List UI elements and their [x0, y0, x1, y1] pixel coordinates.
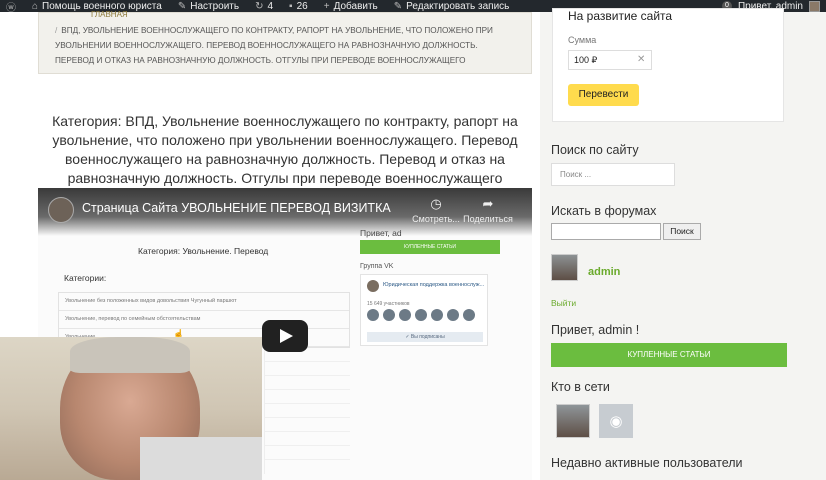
comments-count: 26 [296, 0, 308, 12]
edit-post-label: Редактировать запись [406, 0, 510, 12]
clear-icon[interactable]: ✕ [637, 54, 645, 65]
donate-widget: На развитие сайта Сумма 100 ₽ ✕ Перевест… [552, 8, 784, 122]
video-inner-categories-label: Категории: [64, 273, 107, 283]
plus-icon: + [323, 0, 330, 12]
comments-link[interactable]: ▪ 26 [289, 1, 308, 12]
presenter-shirt [140, 437, 262, 480]
wordpress-icon: ⓦ [6, 2, 16, 13]
vk-group-avatar [367, 280, 379, 292]
breadcrumb-separator: / [55, 26, 58, 35]
comment-icon: ▪ [289, 0, 293, 12]
watch-later-label: Смотреть... [412, 214, 460, 224]
site-search-title: Поиск по сайту [551, 143, 639, 157]
vk-widget: Юридическая поддержка военнослуж... 15 6… [360, 274, 488, 346]
add-new-menu[interactable]: + Добавить [324, 1, 378, 12]
purchased-articles-button[interactable]: КУПЛЕННЫЕ СТАТЬИ [551, 343, 787, 367]
list-item: Увольнение без положенных видов довольст… [59, 293, 349, 311]
vk-subscribed: ✓ Вы подписаны [367, 332, 483, 342]
donate-button[interactable]: Перевести [568, 84, 639, 106]
forum-search-input[interactable] [551, 223, 661, 240]
customize-label: Настроить [190, 0, 240, 12]
online-user-avatar[interactable] [556, 404, 590, 438]
webcam-overlay [0, 337, 262, 480]
share-label: Поделиться [463, 214, 513, 224]
breadcrumb: Главная / ВПД, Увольнение военнослужащего… [38, 10, 532, 74]
user-avatar[interactable] [551, 254, 578, 281]
add-new-label: Добавить [333, 0, 378, 12]
presenter-hair [70, 337, 190, 373]
video-inner-header: Категория: Увольнение. Перевод [138, 246, 269, 256]
wp-logo-menu[interactable]: ⓦ [6, 0, 16, 13]
donate-sum-label: Сумма [568, 35, 597, 45]
video-title[interactable]: Страница Сайта УВОЛЬНЕНИЕ ПЕРЕВОД ВИЗИТК… [82, 201, 391, 215]
play-button[interactable] [262, 320, 308, 352]
user-name-link[interactable]: admin [588, 266, 620, 278]
brush-icon: ✎ [177, 0, 187, 12]
avatar[interactable] [809, 0, 820, 12]
clock-icon: ◷ [430, 196, 442, 211]
video-inner-table [264, 348, 350, 474]
logout-link[interactable]: Выйти [551, 298, 576, 308]
watch-later-button[interactable]: ◷ Смотреть... [406, 196, 466, 224]
edit-post-link[interactable]: ✎ Редактировать запись [394, 1, 510, 12]
video-inner-vk-label: Группа VK [360, 263, 394, 270]
camera-icon[interactable]: ◉ [599, 404, 633, 438]
updates-count: 4 [267, 0, 274, 12]
sidebar: На развитие сайта Сумма 100 ₽ ✕ Перевест… [540, 8, 826, 480]
refresh-icon: ↻ [255, 0, 264, 12]
forum-search-button[interactable]: Поиск [663, 223, 701, 240]
home-icon: ⌂ [32, 0, 39, 12]
hello-title: Привет, admin ! [551, 323, 640, 337]
customize-link[interactable]: ✎ Настроить [178, 1, 239, 12]
recent-users-title: Недавно активные пользователи [551, 456, 743, 470]
forum-search-title: Искать в форумах [551, 204, 657, 218]
site-search-input[interactable]: Поиск ... [551, 163, 675, 186]
breadcrumb-current: ВПД, Увольнение военнослужащего по контр… [55, 26, 493, 65]
donate-title: На развитие сайта [568, 9, 673, 23]
share-button[interactable]: ➦ Поделиться [458, 196, 518, 224]
channel-avatar[interactable] [48, 197, 74, 223]
vk-member-avatars [367, 309, 475, 321]
vk-members: 15 649 участников [367, 301, 410, 307]
video-inner-button: КУПЛЕННЫЕ СТАТЬИ [360, 240, 500, 254]
share-icon: ➦ [482, 196, 494, 211]
pencil-icon: ✎ [393, 0, 403, 12]
online-title: Кто в сети [551, 380, 610, 394]
page: ⓦ ⌂ Помощь военного юриста ✎ Настроить ↻ 4 … [0, 0, 826, 480]
page-title: Категория: ВПД, Увольнение военнослужаще… [52, 113, 518, 186]
updates-link[interactable]: ↻ 4 [255, 1, 273, 12]
vk-group-name: Юридическая поддержка военнослуж... [383, 282, 485, 288]
breadcrumb-home[interactable]: Главная [91, 7, 128, 22]
